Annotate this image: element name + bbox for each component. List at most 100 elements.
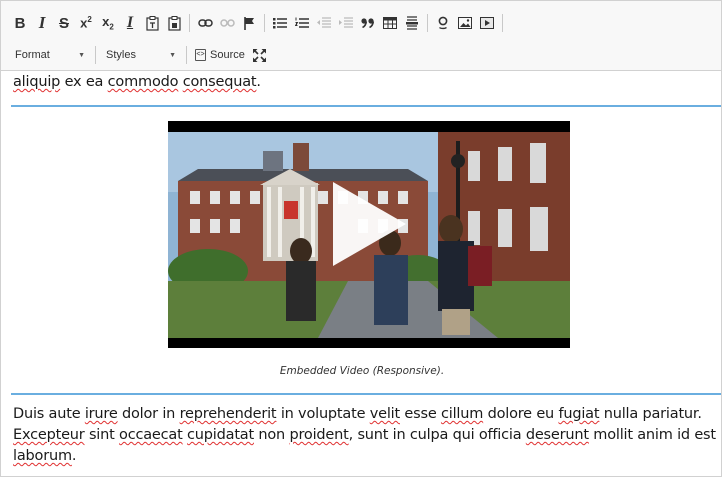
misspelled-word: fugiat <box>558 406 600 422</box>
increase-indent-icon <box>339 17 353 28</box>
misspelled-word: proident <box>289 427 349 443</box>
italic-button[interactable]: I <box>31 12 53 34</box>
unlink-button[interactable] <box>216 12 238 34</box>
toolbar-separator <box>186 46 187 64</box>
paste-word-icon <box>167 15 181 31</box>
image-icon <box>458 17 472 29</box>
text-run: mollit anim id est <box>588 427 716 443</box>
italic-icon: I <box>38 13 46 32</box>
paste-text-button[interactable] <box>141 12 163 34</box>
text-run: non <box>253 427 290 443</box>
toolbar-separator <box>189 14 190 32</box>
toolbar-separator <box>427 14 428 32</box>
anchor-button[interactable] <box>238 12 260 34</box>
paste-word-button[interactable] <box>163 12 185 34</box>
toolbar-row-2: Format ▼ Styles ▼ <> Source <box>9 43 271 67</box>
table-icon <box>383 17 397 29</box>
source-label: Source <box>210 49 245 61</box>
rich-text-editor: B I S x2 x2 I Format ▼ Styles ▼ <> Sourc… <box>0 0 722 477</box>
misspelled-word: deserunt <box>525 427 589 443</box>
text-line: laborum. <box>13 448 77 464</box>
text-run: . <box>71 448 77 464</box>
text-run: nulla pariatur. <box>599 406 702 422</box>
toolbar-separator <box>502 14 503 32</box>
decrease-indent-icon <box>317 17 331 28</box>
bulleted-list-icon <box>273 18 287 29</box>
misspelled-word: consequat <box>182 74 257 90</box>
image-button[interactable] <box>454 12 476 34</box>
text-run: esse <box>399 406 441 422</box>
source-button[interactable]: <> Source <box>191 44 249 66</box>
text-run: dolore eu <box>483 406 559 422</box>
video-icon <box>480 17 494 29</box>
text-run: Duis aute <box>13 406 85 422</box>
misspelled-word: Excepteur <box>13 427 85 443</box>
subscript-button[interactable]: x2 <box>97 12 119 34</box>
misspelled-word: commodo <box>107 74 179 90</box>
video-caption: Embedded Video (Responsive). <box>279 365 445 377</box>
misspelled-word: occaecat <box>119 427 183 443</box>
horizontal-line-button[interactable] <box>401 12 423 34</box>
chevron-down-icon: ▼ <box>169 51 176 59</box>
format-dropdown-label: Format <box>15 49 50 61</box>
text-line: Excepteur sint occaecat cupidatat non pr… <box>13 427 716 443</box>
maximize-icon <box>253 48 267 62</box>
video-embed-button[interactable] <box>476 12 498 34</box>
subscript-icon: x2 <box>102 14 114 32</box>
superscript-icon: x2 <box>80 15 92 31</box>
decrease-indent-button[interactable] <box>313 12 335 34</box>
toolbar-row-1: B I S x2 x2 I <box>9 11 507 35</box>
embedded-video[interactable] <box>168 121 570 348</box>
text-run: sint <box>84 427 120 443</box>
increase-indent-button[interactable] <box>335 12 357 34</box>
table-button[interactable] <box>379 12 401 34</box>
misspelled-word: laborum <box>13 448 72 464</box>
paragraph-bottom: Duis aute irure dolor in reprehenderit i… <box>13 404 718 467</box>
remove-format-icon: I <box>126 14 134 31</box>
strikethrough-icon: S <box>58 14 69 32</box>
bold-button[interactable]: B <box>9 12 31 34</box>
misspelled-word: aliquip <box>13 74 61 90</box>
paste-text-icon <box>145 15 159 31</box>
horizontal-rule <box>11 393 721 395</box>
misspelled-word: cillum <box>440 406 484 422</box>
text-run: dolor in <box>117 406 180 422</box>
styles-dropdown[interactable]: Styles ▼ <box>100 44 182 66</box>
blockquote-button[interactable] <box>357 12 379 34</box>
blockquote-icon <box>361 18 375 28</box>
editor-content[interactable]: aliquip ex ea commodo consequat. Embedde… <box>1 72 721 477</box>
strikethrough-button[interactable]: S <box>53 12 75 34</box>
special-char-icon <box>438 16 448 30</box>
misspelled-word: cupidatat <box>187 427 254 443</box>
text-run: in voluptate <box>276 406 370 422</box>
format-dropdown[interactable]: Format ▼ <box>9 44 91 66</box>
remove-format-button[interactable]: I <box>119 12 141 34</box>
video-thumbnail <box>168 121 570 348</box>
text-run: ex ea <box>60 74 108 90</box>
numbered-list-icon <box>295 17 309 28</box>
bulleted-list-button[interactable] <box>269 12 291 34</box>
horizontal-rule <box>11 105 721 107</box>
link-button[interactable] <box>194 12 216 34</box>
horizontal-line-icon <box>406 16 418 30</box>
paragraph-top: aliquip ex ea commodo consequat. <box>13 72 261 92</box>
bold-icon: B <box>14 14 26 32</box>
toolbar-separator <box>95 46 96 64</box>
chevron-down-icon: ▼ <box>78 51 85 59</box>
maximize-button[interactable] <box>249 44 271 66</box>
numbered-list-button[interactable] <box>291 12 313 34</box>
toolbar-separator <box>264 14 265 32</box>
source-icon: <> <box>195 49 206 61</box>
misspelled-word: velit <box>369 406 400 422</box>
text-run: . <box>256 74 261 90</box>
anchor-icon <box>244 17 254 30</box>
editor-toolbar: B I S x2 x2 I Format ▼ Styles ▼ <> Sourc… <box>1 1 721 71</box>
unlink-icon <box>219 19 235 27</box>
link-icon <box>197 19 213 27</box>
styles-dropdown-label: Styles <box>106 49 136 61</box>
text-run: , sunt in culpa qui officia <box>348 427 526 443</box>
superscript-button[interactable]: x2 <box>75 12 97 34</box>
text-line: Duis aute irure dolor in reprehenderit i… <box>13 406 702 422</box>
special-char-button[interactable] <box>432 12 454 34</box>
misspelled-word: irure <box>84 406 118 422</box>
